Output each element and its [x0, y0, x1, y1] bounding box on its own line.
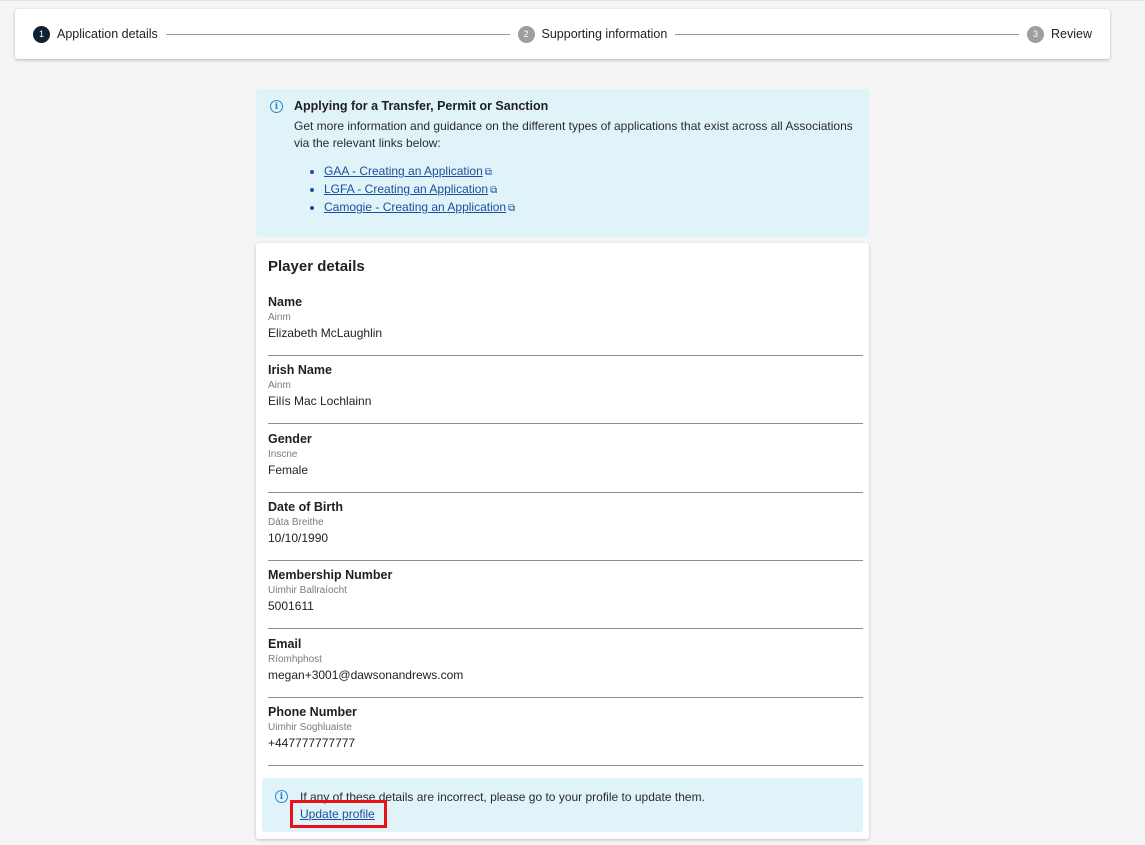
alert-links-list: GAA - Creating an Application⧉ LGFA - Cr… — [294, 163, 855, 217]
external-link-icon: ⧉ — [508, 203, 516, 214]
update-profile-link[interactable]: Update profile — [290, 800, 387, 828]
step-connector — [165, 33, 510, 35]
update-details-notice: i If any of these details are incorrect,… — [262, 778, 863, 832]
camogie-application-link[interactable]: Camogie - Creating an Application — [324, 200, 506, 214]
field-value: 5001611 — [268, 599, 314, 613]
field-label: Phone Number — [268, 705, 357, 719]
player-details-card: Player details Name Ainm Elizabeth McLau… — [256, 243, 869, 839]
step-number-1: 1 — [33, 25, 50, 43]
field-label: Irish Name — [268, 363, 332, 377]
field-gender: Gender Inscne Female — [268, 432, 863, 493]
field-value: Eilís Mac Lochlainn — [268, 394, 372, 408]
list-item: GAA - Creating an Application⧉ — [324, 163, 855, 181]
external-link-icon: ⧉ — [490, 185, 498, 196]
field-sublabel: Uimhir Ballraíocht — [268, 585, 347, 596]
field-membership-number: Membership Number Uimhir Ballraíocht 500… — [268, 568, 863, 629]
field-sublabel: Ríomhphost — [268, 654, 322, 665]
field-label: Name — [268, 295, 303, 309]
alert-text: Get more information and guidance on the… — [294, 119, 853, 150]
list-item: Camogie - Creating an Application⧉ — [324, 199, 855, 217]
field-value: Elizabeth McLaughlin — [268, 326, 383, 340]
field-label: Gender — [268, 432, 312, 446]
field-date-of-birth: Date of Birth Dáta Breithe 10/10/1990 — [268, 500, 863, 561]
step-supporting-information[interactable]: 2 Supporting information — [517, 25, 668, 43]
lgfa-application-link[interactable]: LGFA - Creating an Application — [324, 182, 488, 196]
application-info-alert: i Applying for a Transfer, Permit or San… — [256, 89, 869, 237]
field-sublabel: Ainm — [268, 312, 291, 323]
step-application-details[interactable]: 1 Application details — [33, 25, 158, 43]
field-label: Date of Birth — [268, 500, 343, 514]
external-link-icon: ⧉ — [484, 167, 492, 178]
field-email: Email Ríomhphost megan+3001@dawsonandrew… — [268, 637, 863, 698]
card-title: Player details — [268, 258, 365, 275]
step-number-2: 2 — [517, 25, 535, 43]
step-number-3: 3 — [1027, 25, 1045, 43]
step-review[interactable]: 3 Review — [1027, 25, 1093, 43]
field-value: 10/10/1990 — [268, 531, 329, 545]
field-phone-number: Phone Number Uimhir Soghluaiste +4477777… — [268, 705, 863, 766]
step-label: Application details — [57, 27, 158, 41]
gaa-application-link[interactable]: GAA - Creating an Application — [324, 164, 483, 178]
step-label: Supporting information — [541, 27, 668, 41]
step-connector — [675, 33, 1020, 35]
list-item: LGFA - Creating an Application⧉ — [324, 181, 855, 199]
field-irish-name: Irish Name Ainm Eilís Mac Lochlainn — [268, 363, 863, 424]
alert-title: Applying for a Transfer, Permit or Sanct… — [294, 99, 549, 113]
info-icon: i — [270, 100, 283, 113]
application-stepper: 1 Application details 2 Supporting infor… — [15, 9, 1110, 59]
field-value: megan+3001@dawsonandrews.com — [268, 668, 464, 682]
field-name: Name Ainm Elizabeth McLaughlin — [268, 295, 863, 356]
field-sublabel: Uimhir Soghluaiste — [268, 722, 352, 733]
info-icon: i — [275, 790, 288, 803]
field-value: +447777777777 — [268, 736, 356, 750]
top-divider — [0, 0, 1145, 1]
field-sublabel: Dáta Breithe — [268, 517, 324, 528]
step-label: Review — [1051, 27, 1093, 41]
field-label: Membership Number — [268, 568, 393, 582]
field-sublabel: Ainm — [268, 380, 291, 391]
field-sublabel: Inscne — [268, 449, 298, 460]
field-label: Email — [268, 637, 302, 651]
field-value: Female — [268, 463, 309, 477]
